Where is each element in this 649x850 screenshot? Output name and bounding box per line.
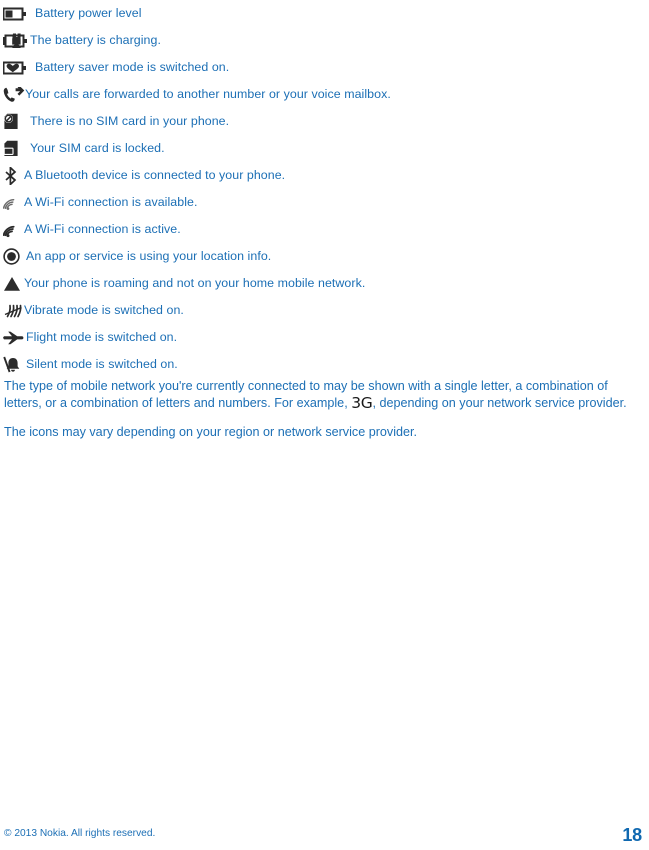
legend-row-wifi-active: A Wi-Fi connection is active. xyxy=(0,216,649,243)
legend-label: Silent mode is switched on. xyxy=(26,357,178,371)
legend-label: Your calls are forwarded to another numb… xyxy=(25,87,391,101)
page-footer: © 2013 Nokia. All rights reserved. 18 xyxy=(0,810,649,850)
legend-row-silent-mode: Silent mode is switched on. xyxy=(0,351,649,378)
paragraph-network-type-part-2: , depending on your network service prov… xyxy=(372,395,627,410)
legend-row-flight-mode: Flight mode is switched on. xyxy=(0,324,649,351)
legend-row-no-sim: There is no SIM card in your phone. xyxy=(0,108,649,135)
battery-saver-icon xyxy=(2,57,30,79)
legend-row-battery: Battery power level xyxy=(0,0,649,27)
status-icon-legend-list: Battery power level The battery is charg… xyxy=(0,0,649,378)
legend-label: There is no SIM card in your phone. xyxy=(30,114,230,128)
legend-label: Flight mode is switched on. xyxy=(26,330,178,344)
legend-label: Battery power level xyxy=(35,6,142,20)
legend-label: Battery saver mode is switched on. xyxy=(35,60,230,74)
legend-row-vibrate: Vibrate mode is switched on. xyxy=(0,297,649,324)
body-copy: The type of mobile network you're curren… xyxy=(4,378,640,454)
page-number: 18 xyxy=(622,825,642,845)
paragraph-network-type: The type of mobile network you're curren… xyxy=(4,378,640,411)
legend-row-wifi-available: A Wi-Fi connection is available. xyxy=(0,189,649,216)
legend-label: A Bluetooth device is connected to your … xyxy=(24,168,286,182)
legend-label: Your phone is roaming and not on your ho… xyxy=(24,276,366,290)
battery-charging-icon xyxy=(2,30,30,52)
legend-label: The battery is charging. xyxy=(30,33,161,47)
legend-row-bluetooth: A Bluetooth device is connected to your … xyxy=(0,162,649,189)
legend-row-sim-locked: Your SIM card is locked. xyxy=(0,135,649,162)
legend-row-roaming: Your phone is roaming and not on your ho… xyxy=(0,270,649,297)
copyright-notice: © 2013 Nokia. All rights reserved. xyxy=(4,828,156,839)
legend-row-battery-charging: The battery is charging. xyxy=(0,27,649,54)
network-badge-3g: 3G xyxy=(351,393,373,412)
legend-label: Your SIM card is locked. xyxy=(30,141,165,155)
legend-label: A Wi-Fi connection is active. xyxy=(24,222,181,236)
battery-icon xyxy=(2,3,30,25)
no-sim-card-icon xyxy=(2,111,30,133)
legend-label: An app or service is using your location… xyxy=(26,249,272,263)
legend-label: Vibrate mode is switched on. xyxy=(24,303,184,317)
legend-row-location: An app or service is using your location… xyxy=(0,243,649,270)
legend-row-call-forward: Your calls are forwarded to another numb… xyxy=(0,81,649,108)
sim-locked-icon xyxy=(2,138,30,160)
legend-label: A Wi-Fi connection is available. xyxy=(24,195,198,209)
paragraph-icons-vary: The icons may vary depending on your reg… xyxy=(4,425,418,440)
legend-row-battery-saver: Battery saver mode is switched on. xyxy=(0,54,649,81)
